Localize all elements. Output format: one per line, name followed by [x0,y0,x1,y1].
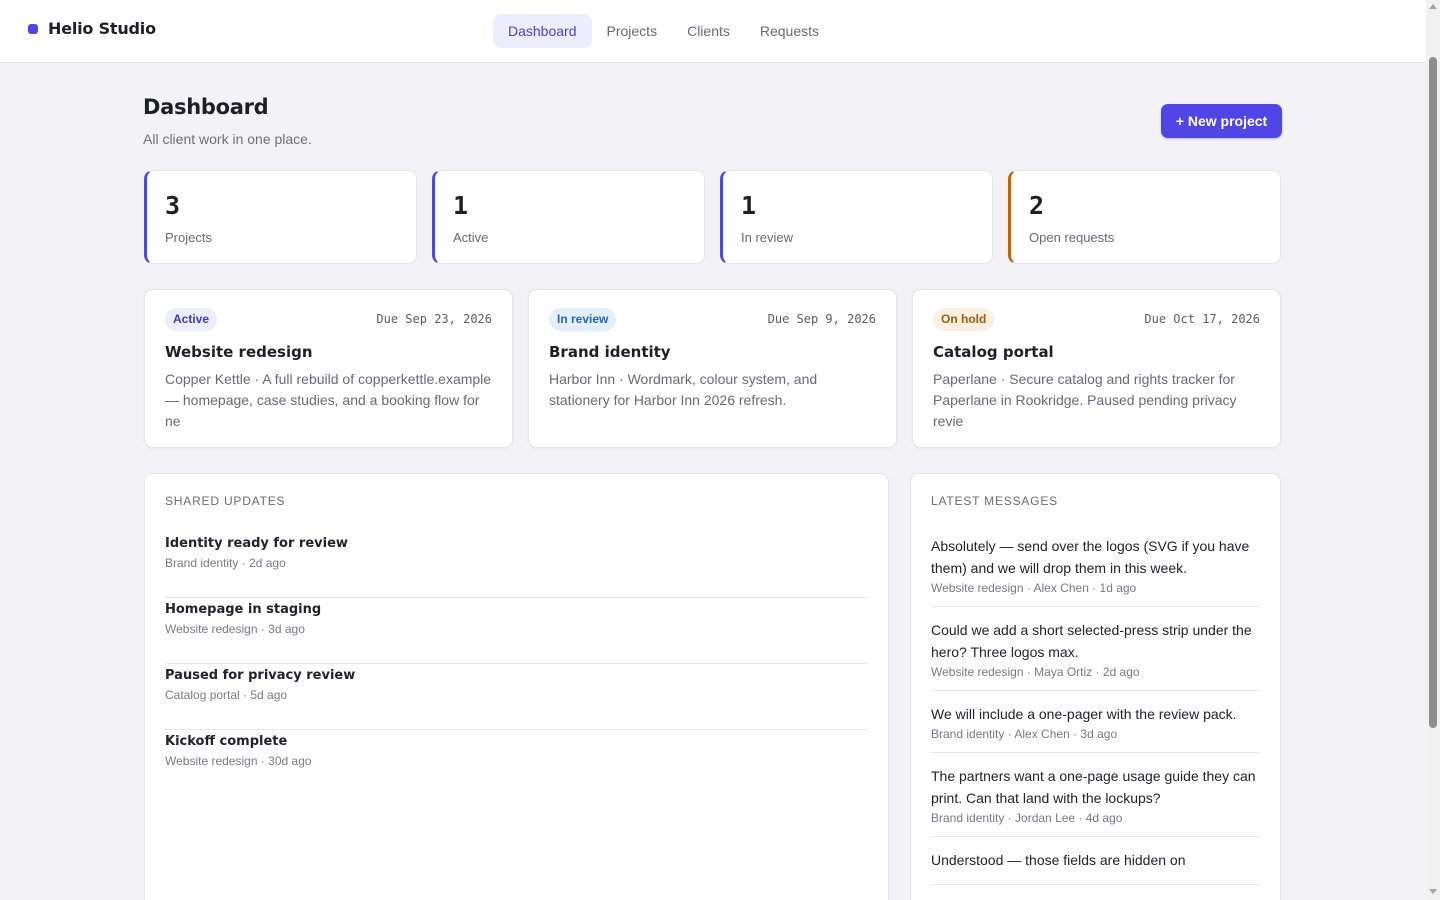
update-meta: Brand identity · 2d ago [165,556,286,570]
stat-card-projects: 3 Projects [144,170,417,264]
main-nav: Dashboard Projects Clients Requests [493,14,834,48]
scroll-down-arrow-icon[interactable] [1429,889,1437,894]
message-meta: Website redesign · Maya Ortiz · 2d ago [931,665,1140,679]
project-card-website-redesign[interactable]: Active Due Sep 23, 2026 Website redesign… [144,289,513,448]
project-card-brand-identity[interactable]: In review Due Sep 9, 2026 Brand identity… [528,289,897,448]
project-description: Paperlane · Secure catalog and rights tr… [933,371,1237,429]
update-meta: Catalog portal · 5d ago [165,688,288,702]
latest-messages-panel: LATEST MESSAGES Absolutely — send over t… [910,473,1281,900]
message-text: Absolutely — send over the logos (SVG if… [931,538,1250,576]
nav-item-clients[interactable]: Clients [672,14,745,48]
scrollbar-thumb[interactable] [1429,57,1437,728]
message-item[interactable]: Absolutely — send over the logos (SVG if… [931,532,1260,607]
brand-name: Helio Studio [48,19,156,38]
list-item[interactable]: Kickoff complete Website redesign · 30d … [165,730,868,796]
brand[interactable]: Helio Studio [28,19,156,38]
project-card-catalog-portal[interactable]: On hold Due Oct 17, 2026 Catalog portal … [912,289,1281,448]
update-meta: Website redesign · 30d ago [165,754,312,768]
message-meta: Brand identity · Jordan Lee · 4d ago [931,811,1123,825]
top-navigation-bar: Helio Studio Dashboard Projects Clients … [0,0,1426,63]
status-badge: In review [549,308,617,331]
updates-list: Identity ready for review Brand identity… [165,532,868,796]
message-item[interactable]: Could we add a short selected-press stri… [931,616,1260,691]
page-title: Dashboard [143,95,269,119]
stat-label: In review [741,230,794,245]
message-item[interactable]: Understood — those fields are hidden on [931,846,1260,885]
stat-label: Projects [165,230,212,245]
nav-item-requests[interactable]: Requests [745,14,834,48]
panel-title: LATEST MESSAGES [931,494,1058,508]
stat-value: 1 [741,191,757,220]
update-meta: Website redesign · 3d ago [165,622,305,636]
update-title: Paused for privacy review [165,668,356,683]
messages-list: Absolutely — send over the logos (SVG if… [931,532,1260,894]
message-text: The partners want a one-page usage guide… [931,768,1256,806]
status-badge: On hold [933,308,995,331]
update-title: Homepage in staging [165,602,322,617]
project-description: Harbor Inn · Wordmark, colour system, an… [549,371,818,408]
panel-title: SHARED UPDATES [165,494,286,508]
stat-card-active: 1 Active [432,170,705,264]
stat-value: 3 [165,191,181,220]
scroll-up-arrow-icon[interactable] [1429,4,1437,9]
shared-updates-panel: SHARED UPDATES Identity ready for review… [144,473,889,900]
project-name: Website redesign [165,343,313,361]
status-badge: Active [165,308,218,331]
message-meta: Brand identity · Alex Chen · 3d ago [931,727,1118,741]
brand-logo-icon [28,23,38,34]
nav-item-dashboard[interactable]: Dashboard [493,14,592,48]
due-date: Due Sep 23, 2026 [376,312,492,326]
page-scrollbar[interactable] [1426,0,1440,900]
update-title: Kickoff complete [165,734,288,749]
stat-label: Open requests [1029,230,1115,245]
list-item[interactable]: Identity ready for review Brand identity… [165,532,868,598]
stat-card-in-review: 1 In review [720,170,993,264]
due-date: Due Sep 9, 2026 [767,312,876,326]
project-description: Copper Kettle · A full rebuild of copper… [165,371,492,429]
stat-label: Active [453,230,489,245]
message-text: Understood — those fields are hidden on [931,852,1186,868]
stat-value: 2 [1029,191,1045,220]
message-text: We will include a one-pager with the rev… [931,706,1237,722]
message-item[interactable]: The partners want a one-page usage guide… [931,762,1260,837]
message-meta: Website redesign · Alex Chen · 1d ago [931,581,1137,595]
nav-item-projects[interactable]: Projects [592,14,673,48]
list-item[interactable]: Homepage in staging Website redesign · 3… [165,598,868,664]
stat-card-open-requests: 2 Open requests [1008,170,1281,264]
stat-value: 1 [453,191,469,220]
message-text: Could we add a short selected-press stri… [931,622,1252,660]
list-item[interactable]: Paused for privacy review Catalog portal… [165,664,868,730]
project-name: Catalog portal [933,343,1054,361]
update-title: Identity ready for review [165,536,348,551]
project-name: Brand identity [549,343,671,361]
new-project-button[interactable]: + New project [1161,104,1282,138]
message-item[interactable]: We will include a one-pager with the rev… [931,700,1260,753]
page-subtitle: All client work in one place. [143,131,312,147]
due-date: Due Oct 17, 2026 [1144,312,1260,326]
